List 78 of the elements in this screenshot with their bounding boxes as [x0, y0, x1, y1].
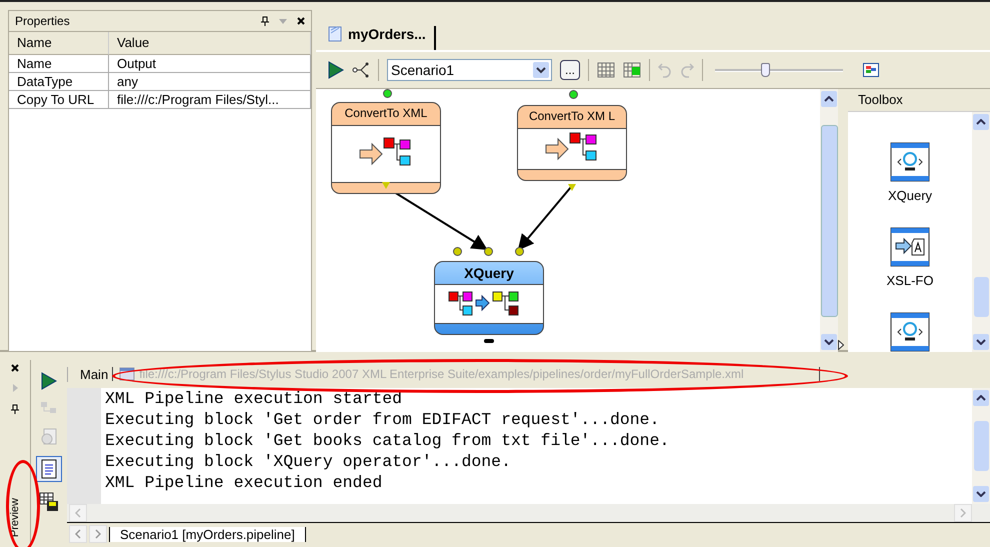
grid-icon[interactable] [623, 62, 641, 78]
pipeline-node[interactable]: XQuery [434, 261, 544, 335]
input-port[interactable] [569, 90, 578, 99]
triangle-right-icon [95, 529, 101, 539]
scenario-tab[interactable]: Scenario1 [myOrders.pipeline] [109, 526, 306, 542]
log-line: Executing block 'Get order from EDIFACT request'...done. [105, 409, 660, 430]
triangle-left-icon [75, 529, 81, 539]
chevron-up-icon [824, 96, 834, 102]
table-cell: Copy To URL [9, 91, 109, 109]
scroll-thumb[interactable] [974, 421, 988, 471]
log-line: XML Pipeline execution ended [105, 472, 384, 493]
close-icon[interactable] [297, 17, 305, 25]
table-cell: file:///c:/Program Files/Styl... [109, 91, 311, 109]
vertical-scrollbar[interactable] [972, 112, 990, 352]
color-icon[interactable] [863, 63, 879, 77]
input-port[interactable] [453, 247, 462, 256]
grid-icon[interactable] [597, 62, 615, 78]
table-cell: any [109, 73, 311, 91]
document-tab[interactable]: myOrders... [316, 26, 436, 50]
output-port[interactable] [568, 184, 576, 191]
output-port[interactable] [484, 339, 494, 343]
chevron-down-icon [976, 339, 986, 345]
input-port[interactable] [383, 89, 392, 98]
pipeline-node[interactable]: ConvertTo XML [331, 102, 441, 194]
scroll-up-button[interactable] [973, 390, 989, 406]
scroll-down-button[interactable] [821, 334, 837, 350]
chevron-left-icon [75, 508, 81, 518]
slider-thumb[interactable] [760, 63, 770, 77]
pin-icon[interactable] [11, 404, 19, 414]
scroll-up-button[interactable] [973, 114, 989, 130]
log-line: XML Pipeline execution started [105, 388, 404, 409]
connector-arrow [518, 186, 572, 251]
chevron-down-icon [533, 62, 549, 78]
zoom-slider[interactable] [715, 62, 843, 78]
chevron-down-icon [824, 339, 834, 345]
pin-icon[interactable] [261, 16, 269, 26]
pipeline-node[interactable]: ConvertTo XM L [517, 105, 627, 181]
spiral-document-icon[interactable] [890, 142, 930, 182]
run-icon[interactable] [328, 61, 344, 79]
table-cell: Output [109, 55, 311, 73]
scroll-down-button[interactable] [973, 486, 989, 502]
tool-label: XSL-FO [886, 273, 934, 288]
chevron-down-icon [976, 491, 986, 497]
vertical-scrollbar[interactable] [820, 89, 838, 352]
spiral-document-icon[interactable] [890, 312, 930, 352]
panel-title: Properties [15, 14, 70, 28]
table-save-icon[interactable] [39, 492, 59, 512]
file-icon [328, 26, 342, 42]
input-port[interactable] [515, 247, 524, 256]
browse-button[interactable]: ... [560, 60, 580, 80]
expand-arrow-icon[interactable] [838, 340, 844, 350]
scroll-right-button[interactable] [89, 525, 107, 543]
input-port[interactable] [484, 247, 493, 256]
log-line: Executing block 'Get books catalog from txt file'...done. [105, 430, 670, 451]
scroll-thumb[interactable] [820, 124, 838, 316]
run-icon[interactable] [41, 372, 57, 390]
table-cell: DataType [9, 73, 109, 91]
side-tab[interactable]: Preview [9, 498, 21, 537]
arrow-document-icon[interactable] [890, 227, 930, 267]
scenario-dropdown[interactable]: Scenario1 [387, 59, 552, 81]
output-tab[interactable]: Main [67, 366, 110, 382]
tool-label: XQuery [888, 188, 932, 203]
scroll-left-button[interactable] [69, 525, 87, 543]
scroll-up-button[interactable] [821, 91, 837, 107]
chevron-right-icon [960, 508, 966, 518]
table-cell: Name [9, 55, 109, 73]
close-icon[interactable] [11, 364, 19, 372]
scroll-down-button[interactable] [973, 334, 989, 350]
scroll-thumb[interactable] [974, 277, 988, 317]
document-view-button[interactable] [36, 456, 62, 482]
vertical-scrollbar[interactable] [972, 388, 990, 504]
chevron-up-icon [976, 119, 986, 125]
chevron-up-icon [976, 395, 986, 401]
file-icon [119, 367, 136, 381]
column-header[interactable]: Name [9, 32, 109, 55]
column-header[interactable]: Value [109, 32, 311, 55]
log-line: Executing block 'XQuery operator'...done. [105, 451, 512, 472]
network-icon[interactable] [352, 62, 370, 78]
